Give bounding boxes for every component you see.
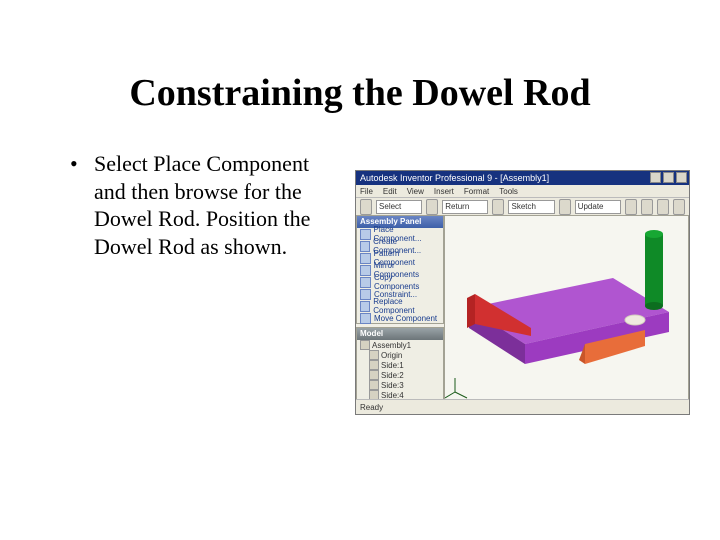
window-close-button[interactable] xyxy=(676,172,687,183)
slide-body: Select Place Component and then browse f… xyxy=(70,150,340,260)
toolbar-button[interactable] xyxy=(492,199,504,215)
3d-viewport[interactable] xyxy=(444,215,689,400)
toolbar-return-field[interactable]: Return xyxy=(442,200,488,214)
panel-item-copy[interactable]: Copy Components xyxy=(357,276,443,288)
browser-node[interactable]: Side:1 xyxy=(357,360,443,370)
component-icon xyxy=(360,229,371,240)
toolbar-button[interactable] xyxy=(641,199,653,215)
statusbar: Ready xyxy=(356,399,689,414)
toolbar-sketch-field[interactable]: Sketch xyxy=(508,200,554,214)
menu-item[interactable]: View xyxy=(407,187,424,196)
menu-item[interactable]: Edit xyxy=(383,187,397,196)
browser-node[interactable]: Origin xyxy=(357,350,443,360)
panel-item-replace[interactable]: Replace Component xyxy=(357,300,443,312)
toolbar-button[interactable] xyxy=(625,199,637,215)
window-titlebar: Autodesk Inventor Professional 9 - [Asse… xyxy=(356,171,689,185)
window-max-button[interactable] xyxy=(663,172,674,183)
menu-item[interactable]: Tools xyxy=(499,187,518,196)
toolbar-select-field[interactable]: Select xyxy=(376,200,422,214)
client-area: Assembly Panel Place Component... Create… xyxy=(356,215,689,400)
browser-node[interactable]: Side:3 xyxy=(357,380,443,390)
part-icon xyxy=(369,370,379,380)
folder-icon xyxy=(369,350,379,360)
menubar[interactable]: File Edit View Insert Format Tools xyxy=(356,185,689,198)
pattern-icon xyxy=(360,253,371,264)
panel-item-move[interactable]: Move Component xyxy=(357,312,443,324)
window-title: Autodesk Inventor Professional 9 - [Asse… xyxy=(360,173,549,183)
menu-item[interactable]: Format xyxy=(464,187,489,196)
slide-title: Constraining the Dowel Rod xyxy=(0,71,720,115)
menu-item[interactable]: Insert xyxy=(434,187,454,196)
assembly-panel: Assembly Panel Place Component... Create… xyxy=(356,215,444,324)
status-text: Ready xyxy=(360,403,383,412)
toolbar-button[interactable] xyxy=(657,199,669,215)
bullet-item: Select Place Component and then browse f… xyxy=(70,150,340,260)
mirror-icon xyxy=(360,265,371,276)
menu-item[interactable]: File xyxy=(360,187,373,196)
toolbar-button[interactable] xyxy=(559,199,571,215)
constraint-icon xyxy=(360,289,371,300)
toolbar-update-field[interactable]: Update xyxy=(575,200,621,214)
embedded-screenshot: Autodesk Inventor Professional 9 - [Asse… xyxy=(355,170,690,415)
toolbar-button[interactable] xyxy=(673,199,685,215)
toolbar-button[interactable] xyxy=(360,199,372,215)
window-min-button[interactable] xyxy=(650,172,661,183)
part-icon xyxy=(369,360,379,370)
move-icon xyxy=(360,313,371,324)
copy-icon xyxy=(360,277,371,288)
model-browser: Model Assembly1 Origin Side:1 Side:2 Sid… xyxy=(356,327,444,400)
toolbar-button[interactable] xyxy=(426,199,438,215)
replace-icon xyxy=(360,301,370,312)
model-render xyxy=(445,216,689,402)
component-icon xyxy=(360,241,370,252)
browser-node[interactable]: Side:2 xyxy=(357,370,443,380)
part-icon xyxy=(369,380,379,390)
assembly-icon xyxy=(360,340,370,350)
browser-root[interactable]: Assembly1 xyxy=(357,340,443,350)
model-browser-title: Model xyxy=(357,328,443,340)
